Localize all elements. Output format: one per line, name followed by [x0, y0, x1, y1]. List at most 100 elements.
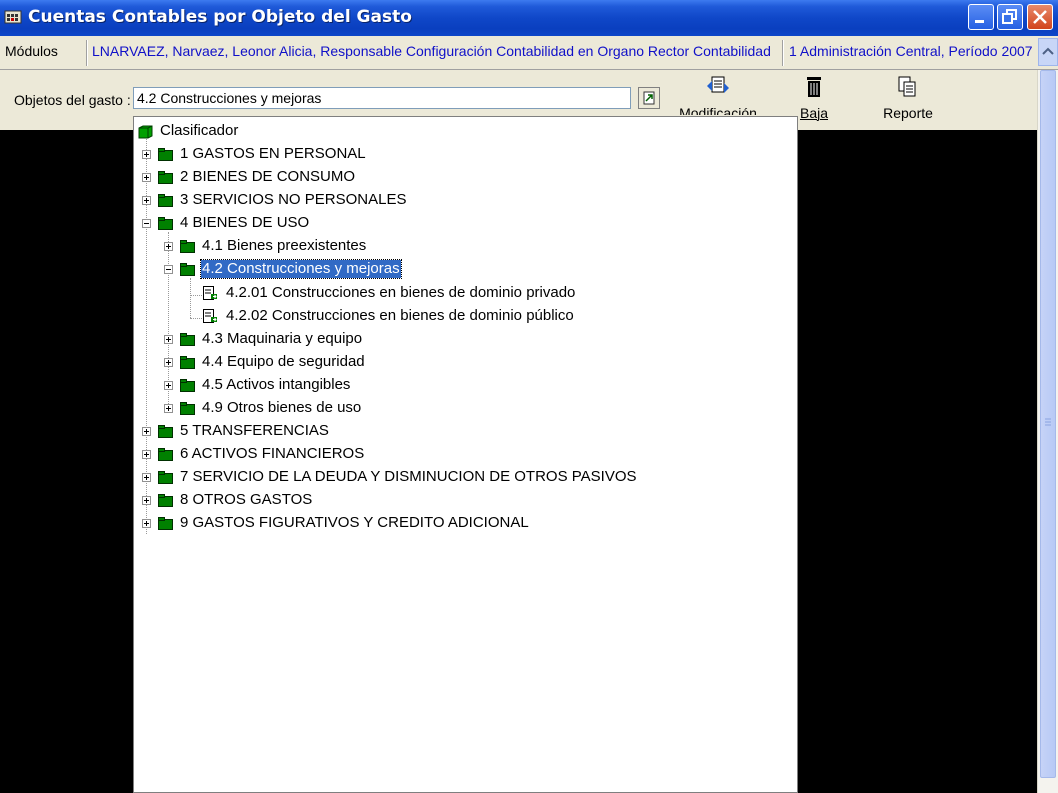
folder-icon	[180, 355, 195, 369]
title-bar: Cuentas Contables por Objeto del Gasto	[0, 0, 1058, 36]
separator	[86, 40, 88, 66]
tree-item-4-9[interactable]: 4.9 Otros bienes de uso	[164, 398, 362, 418]
report-icon	[895, 76, 921, 103]
tree-item-2[interactable]: 2 BIENES DE CONSUMO	[142, 167, 356, 187]
expand-icon[interactable]	[142, 518, 151, 528]
expand-icon[interactable]	[164, 380, 173, 390]
expand-icon[interactable]	[142, 472, 151, 482]
tree-label: 2 BIENES DE CONSUMO	[180, 168, 356, 185]
folder-icon	[180, 332, 195, 346]
tree-label: 4.1 Bienes preexistentes	[202, 237, 367, 254]
tree-item-9[interactable]: 9 GASTOS FIGURATIVOS Y CREDITO ADICIONAL	[142, 513, 530, 533]
tree-item-4-2-01[interactable]: 4.2.01 Construcciones en bienes de domin…	[202, 283, 576, 303]
expand-icon[interactable]	[142, 426, 151, 436]
admin-period-info: 1 Administración Central, Período 2007	[789, 43, 1033, 59]
expand-icon[interactable]	[142, 449, 151, 459]
tree-label: Clasificador	[160, 122, 239, 139]
tree-line	[190, 278, 191, 318]
tree-label: 4.9 Otros bienes de uso	[202, 399, 362, 416]
folder-icon	[158, 170, 173, 184]
tree-item-4-5[interactable]: 4.5 Activos intangibles	[164, 375, 351, 395]
document-icon	[202, 308, 218, 324]
tree-root[interactable]: Clasificador	[138, 121, 239, 141]
tree-item-4-2-02[interactable]: 4.2.02 Construcciones en bienes de domin…	[202, 306, 575, 326]
tree-line	[190, 318, 202, 319]
user-info: LNARVAEZ, Narvaez, Leonor Alicia, Respon…	[92, 43, 771, 59]
scrollbar-thumb[interactable]	[1040, 70, 1056, 778]
status-bar: Módulos LNARVAEZ, Narvaez, Leonor Alicia…	[0, 36, 1058, 70]
tree-label: 3 SERVICIOS NO PERSONALES	[180, 191, 407, 208]
folder-icon	[180, 239, 195, 253]
folder-icon	[158, 216, 173, 230]
tree-item-4[interactable]: 4 BIENES DE USO	[142, 213, 310, 233]
close-button[interactable]	[1027, 4, 1053, 30]
tree-label: 5 TRANSFERENCIAS	[180, 422, 329, 439]
vertical-scrollbar[interactable]	[1037, 70, 1058, 793]
scroll-up-button[interactable]	[1038, 38, 1058, 66]
folder-icon	[180, 401, 195, 415]
tree-item-4-3[interactable]: 4.3 Maquinaria y equipo	[164, 329, 363, 349]
expand-icon[interactable]	[142, 495, 151, 505]
modificacion-label: Modificación	[679, 105, 757, 115]
tree-label: 9 GASTOS FIGURATIVOS Y CREDITO ADICIONAL	[180, 514, 529, 531]
folder-icon	[158, 516, 173, 530]
tree-item-1[interactable]: 1 GASTOS EN PERSONAL	[142, 144, 367, 164]
folder-icon	[180, 378, 195, 392]
window-title: Cuentas Contables por Objeto del Gasto	[28, 7, 412, 27]
modify-icon	[704, 76, 732, 103]
tree-item-4-1[interactable]: 4.1 Bienes preexistentes	[164, 236, 367, 256]
tree-item-4-2-selected[interactable]: 4.2 Construcciones y mejoras	[164, 259, 402, 279]
collapse-icon[interactable]	[142, 218, 151, 228]
expand-icon[interactable]	[164, 334, 173, 344]
folder-icon	[158, 424, 173, 438]
restore-button[interactable]	[997, 4, 1023, 30]
expand-icon[interactable]	[164, 403, 173, 413]
minimize-button[interactable]	[968, 4, 994, 30]
tree-item-8[interactable]: 8 OTROS GASTOS	[142, 490, 313, 510]
baja-button[interactable]: Baja	[796, 74, 832, 121]
reporte-label: Reporte	[883, 105, 933, 121]
folder-icon	[158, 493, 173, 507]
expand-icon[interactable]	[142, 172, 151, 182]
folder-icon	[158, 193, 173, 207]
tree-label: 8 OTROS GASTOS	[180, 491, 313, 508]
tree-label: 7 SERVICIO DE LA DEUDA Y DISMINUCION DE …	[180, 468, 637, 485]
combo-dropdown-button[interactable]	[638, 87, 660, 109]
tree-label: 4.2.02 Construcciones en bienes de domin…	[226, 307, 574, 324]
tree-label: 4.2 Construcciones y mejoras	[200, 259, 402, 279]
modulos-menu[interactable]: Módulos	[5, 43, 58, 59]
folder-icon	[158, 147, 173, 161]
tree-line	[190, 295, 202, 296]
app-icon	[4, 8, 22, 26]
tree-label: 1 GASTOS EN PERSONAL	[180, 145, 366, 162]
modificacion-button[interactable]: Modificación	[676, 74, 760, 115]
folder-icon	[180, 262, 195, 276]
reporte-button[interactable]: Reporte	[878, 74, 938, 121]
tree-item-5[interactable]: 5 TRANSFERENCIAS	[142, 421, 330, 441]
tree-item-3[interactable]: 3 SERVICIOS NO PERSONALES	[142, 190, 407, 210]
tree-item-6[interactable]: 6 ACTIVOS FINANCIEROS	[142, 444, 365, 464]
folder-icon	[158, 447, 173, 461]
folder-icon	[158, 470, 173, 484]
trash-icon	[803, 77, 825, 103]
expand-icon[interactable]	[142, 149, 151, 159]
collapse-icon[interactable]	[164, 264, 173, 274]
tree-label: 4.5 Activos intangibles	[202, 376, 351, 393]
tree-label: 4.4 Equipo de seguridad	[202, 353, 365, 370]
document-icon	[202, 285, 218, 301]
tree-label: 4.3 Maquinaria y equipo	[202, 330, 363, 347]
clasificador-tree[interactable]: Clasificador 1 GASTOS EN PERSONAL 2 BIEN…	[133, 116, 798, 793]
tree-label: 4.2.01 Construcciones en bienes de domin…	[226, 284, 576, 301]
tree-item-4-4[interactable]: 4.4 Equipo de seguridad	[164, 352, 366, 372]
tree-item-7[interactable]: 7 SERVICIO DE LA DEUDA Y DISMINUCION DE …	[142, 467, 638, 487]
baja-label: Baja	[799, 105, 829, 121]
tree-label: 4 BIENES DE USO	[180, 214, 310, 231]
expand-icon[interactable]	[142, 195, 151, 205]
objetos-label: Objetos del gasto :	[14, 92, 131, 108]
expand-icon[interactable]	[164, 241, 173, 251]
tree-label: 6 ACTIVOS FINANCIEROS	[180, 445, 365, 462]
folder-open-icon	[138, 125, 153, 138]
separator	[782, 40, 784, 66]
expand-icon[interactable]	[164, 357, 173, 367]
objetos-combo-input[interactable]: 4.2 Construcciones y mejoras	[133, 87, 631, 109]
